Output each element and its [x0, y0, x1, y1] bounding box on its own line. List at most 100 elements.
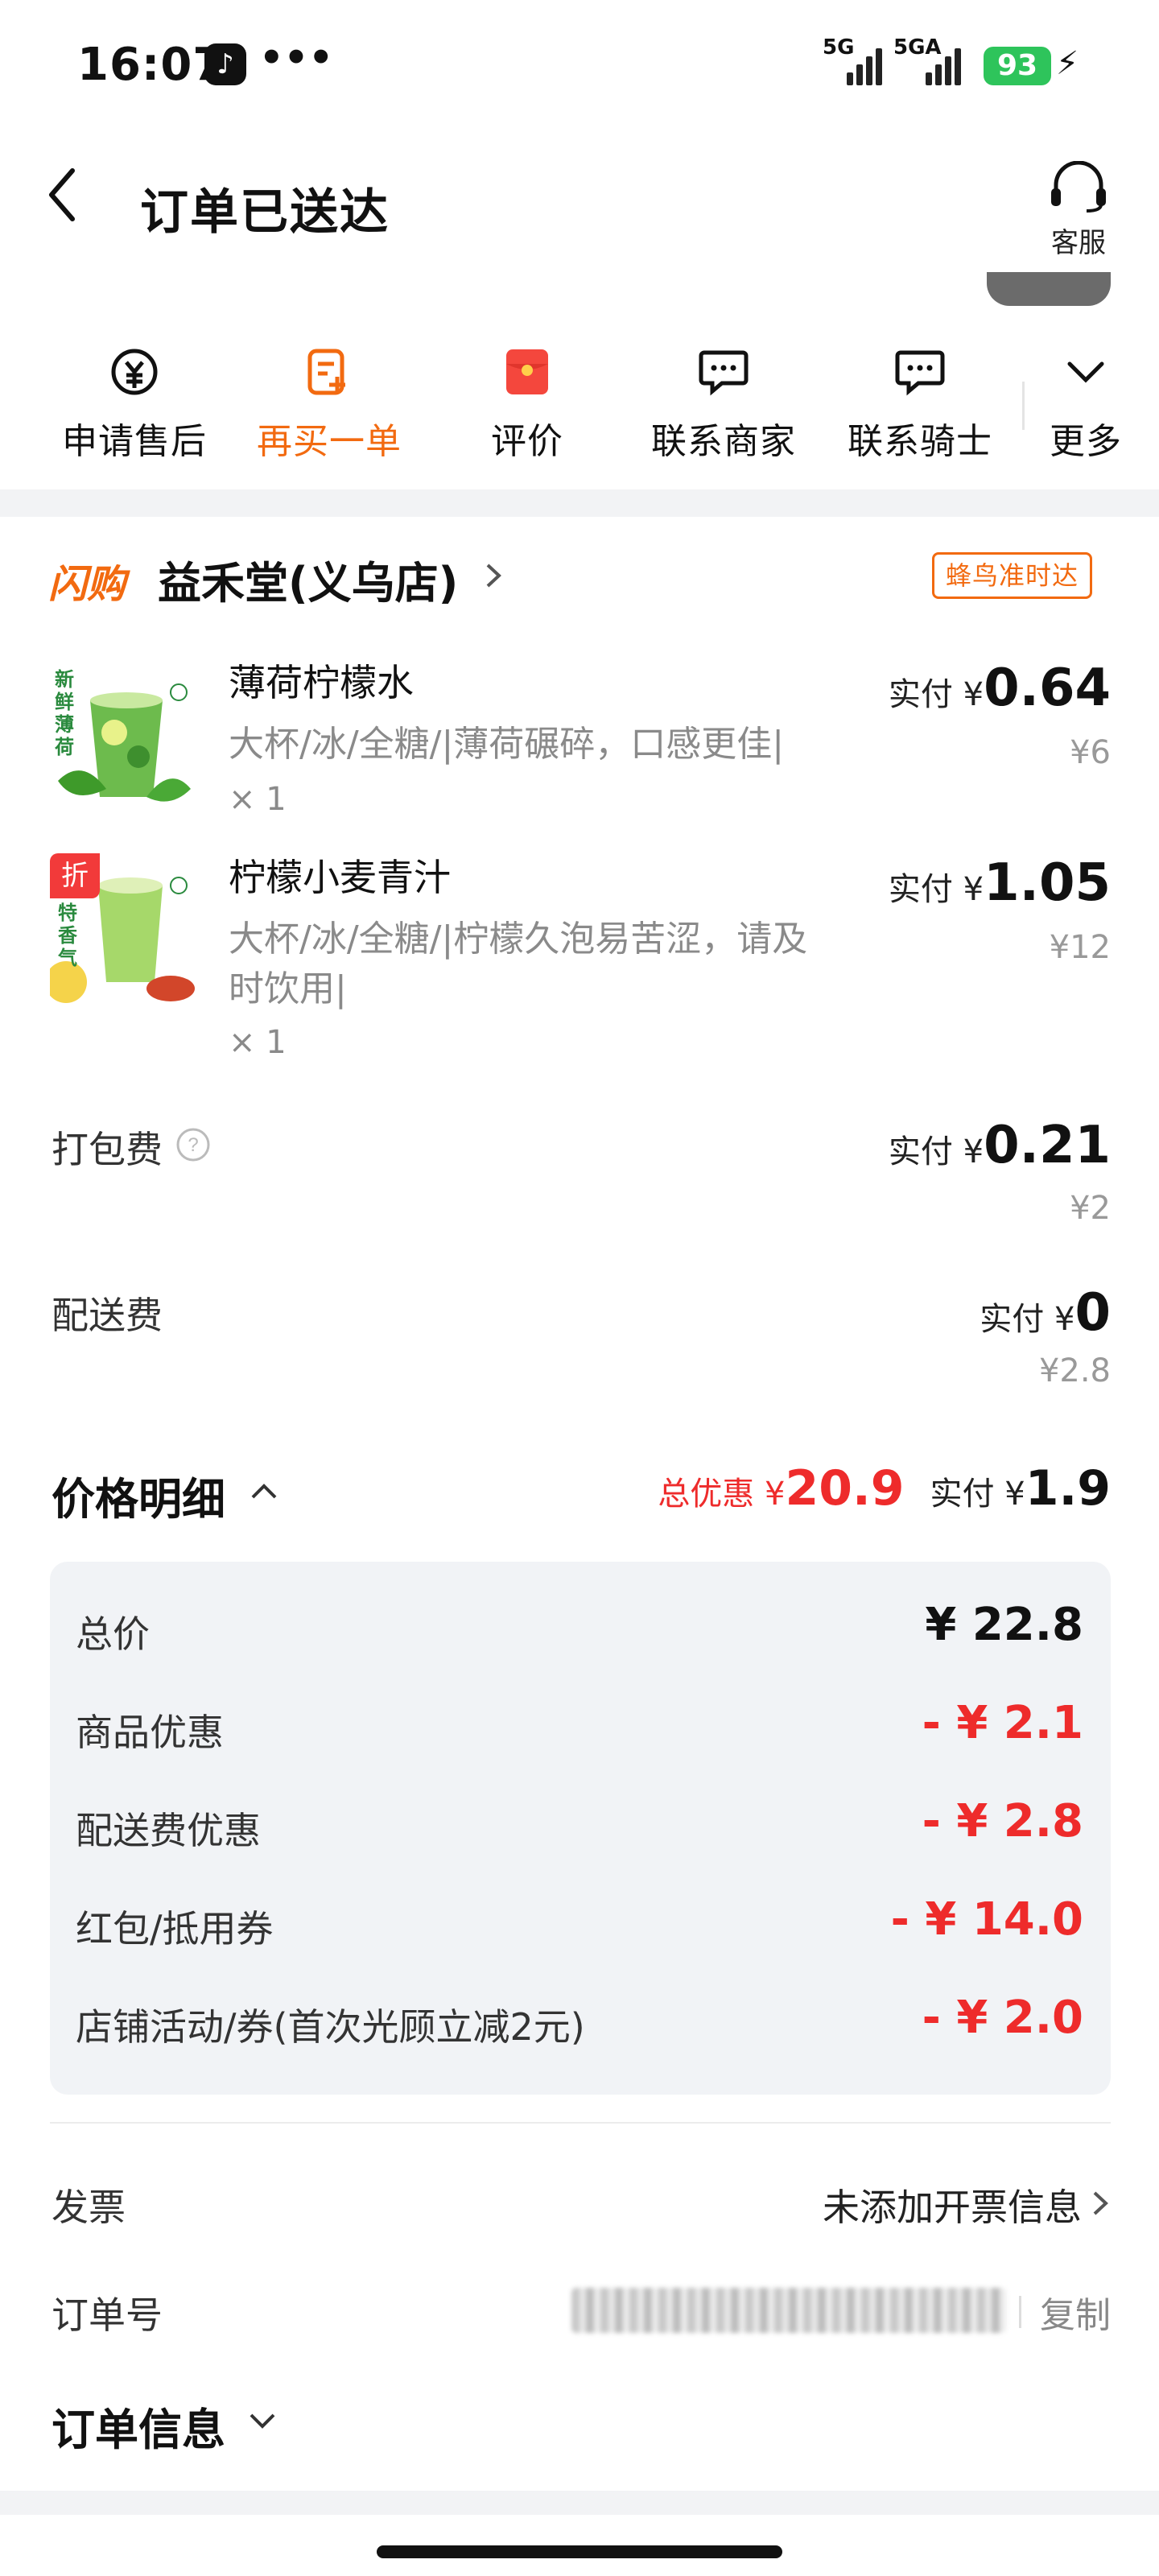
invoice-label: 发票: [52, 2186, 126, 2229]
breakdown-value: - ¥ 14.0: [890, 1893, 1083, 1946]
item-qty: × 1: [229, 1024, 287, 1061]
contact-merchant-label: 联系商家: [651, 421, 796, 462]
flash-buy-tag: 闪购: [48, 562, 126, 607]
breakdown-value: - ¥ 2.1: [922, 1697, 1083, 1749]
chat-icon: [895, 350, 945, 396]
packing-fee-price: 实付 ¥0.21: [889, 1116, 1111, 1175]
refund-icon: [111, 349, 158, 395]
reorder-button[interactable]: 再买一单: [253, 338, 406, 464]
help-icon[interactable]: ?: [175, 1127, 211, 1166]
tiktok-icon: ♪: [204, 43, 246, 85]
chevron-right-icon[interactable]: [481, 555, 505, 599]
breakdown-label: 总价: [76, 1612, 150, 1656]
original-price: ¥12: [1049, 929, 1111, 966]
pay-label: 实付 ¥: [980, 1301, 1075, 1338]
red-packet-icon: [506, 349, 548, 394]
more-notifications-icon: •••: [259, 35, 334, 80]
item-spec: 大杯/冰/全糖/|薄荷碾碎，口感更佳|: [229, 724, 785, 765]
pay-value: 0: [1074, 1283, 1111, 1343]
total-pay-label: 实付 ¥: [930, 1476, 1025, 1513]
chat-icon: [699, 350, 749, 396]
breakdown-label: 商品优惠: [76, 1711, 224, 1754]
breakdown-value: - ¥ 2.0: [922, 1992, 1083, 2044]
map-thumbnail[interactable]: [987, 272, 1111, 306]
reorder-icon: [307, 349, 345, 395]
pay-value: 1.05: [984, 853, 1111, 913]
more-button[interactable]: 更多: [1009, 338, 1159, 464]
signal-icon: [847, 47, 887, 85]
chevron-left-icon: [49, 168, 75, 221]
discount-badge: 折: [50, 853, 100, 898]
shop-name[interactable]: 益禾堂(义乌店): [158, 547, 458, 611]
chevron-down-icon: [1067, 361, 1104, 383]
after-sales-button[interactable]: 申请售后: [58, 338, 211, 464]
breakdown-value: - ¥ 2.8: [922, 1795, 1083, 1847]
pay-label: 实付 ¥: [888, 871, 984, 908]
item-qty: × 1: [229, 781, 287, 818]
charging-icon: ⚡: [1056, 45, 1079, 82]
chevron-down-icon[interactable]: [245, 2407, 280, 2439]
order-number-label: 订单号: [52, 2293, 163, 2337]
delivery-fee-label: 配送费: [52, 1294, 163, 1337]
section-gap: [0, 489, 1159, 517]
order-info-title[interactable]: 订单信息: [52, 2394, 225, 2458]
breakdown-value: ¥ 22.8: [925, 1599, 1083, 1651]
contact-rider-label: 联系骑士: [848, 421, 992, 462]
contact-merchant-button[interactable]: 联系商家: [647, 338, 800, 464]
home-indicator[interactable]: [377, 2545, 782, 2558]
price-summary: 总优惠 ¥20.9 实付 ¥1.9: [658, 1460, 1111, 1517]
divider: [1019, 2296, 1021, 2328]
item-name: 薄荷柠檬水: [229, 661, 414, 704]
action-bar: 申请售后 再买一单 评价 联系商家 联系骑士 更多: [0, 338, 1159, 475]
divider: [1022, 382, 1025, 430]
breakdown-label: 红包/抵用券: [76, 1907, 274, 1951]
item-price: 实付 ¥0.64: [889, 658, 1111, 718]
svg-text:?: ?: [188, 1134, 198, 1156]
battery-icon: 93: [984, 47, 1051, 85]
delivery-fee-price: 实付 ¥0: [980, 1283, 1111, 1343]
product-image[interactable]: 折 特香气: [45, 853, 195, 1003]
breakdown-label: 配送费优惠: [76, 1809, 261, 1852]
contact-rider-button[interactable]: 联系骑士: [843, 338, 996, 464]
status-bar: 16:07 ♪ ••• 5G 5GA 93 ⚡: [0, 0, 1159, 137]
order-number-redacted: [571, 2288, 1006, 2333]
pay-label: 实付 ¥: [888, 1133, 984, 1170]
image-text: 新鲜薄荷: [55, 668, 74, 758]
image-text: 特香气: [58, 902, 77, 969]
chevron-right-icon[interactable]: [1088, 2185, 1112, 2225]
reorder-label: 再买一单: [257, 421, 402, 462]
review-label: 评价: [491, 421, 563, 462]
section-gap: [0, 2491, 1159, 2515]
back-button[interactable]: [40, 163, 89, 227]
original-price: ¥2.8: [1038, 1352, 1111, 1389]
headset-icon: [1051, 160, 1106, 213]
invoice-value[interactable]: 未添加开票信息: [823, 2178, 1082, 2231]
pay-value: 0.64: [984, 658, 1111, 718]
packing-fee-label: 打包费: [52, 1128, 163, 1171]
total-discount-value: 20.9: [785, 1460, 905, 1517]
customer-service-label: 客服: [1051, 227, 1106, 259]
breakdown-label: 店铺活动/券(首次光顾立减2元): [76, 2005, 585, 2049]
product-image[interactable]: 新鲜薄荷: [50, 660, 195, 810]
divider: [50, 2122, 1111, 2124]
copy-button[interactable]: 复制: [1040, 2286, 1111, 2338]
review-button[interactable]: 评价: [451, 338, 604, 464]
signal-icon-2: [926, 47, 966, 85]
more-label: 更多: [1050, 421, 1122, 462]
clock: 16:07: [77, 39, 225, 91]
price-detail-title[interactable]: 价格明细: [52, 1463, 225, 1527]
total-discount-label: 总优惠 ¥: [658, 1476, 786, 1513]
chevron-up-icon[interactable]: [246, 1476, 282, 1509]
after-sales-label: 申请售后: [62, 421, 207, 462]
total-pay-value: 1.9: [1025, 1460, 1111, 1517]
page-title: 订单已送达: [140, 184, 390, 241]
customer-service-button[interactable]: 客服: [1038, 160, 1119, 260]
item-spec: 大杯/冰/全糖/|柠檬久泡易苦涩，请及时饮用|: [229, 919, 808, 1009]
item-price: 实付 ¥1.05: [889, 853, 1111, 913]
pay-label: 实付 ¥: [888, 676, 984, 713]
original-price: ¥6: [1070, 734, 1111, 771]
pay-value: 0.21: [984, 1116, 1111, 1175]
on-time-badge: 蜂鸟准时达: [932, 552, 1093, 599]
original-price: ¥2: [1070, 1190, 1111, 1227]
item-name: 柠檬小麦青汁: [229, 856, 451, 899]
